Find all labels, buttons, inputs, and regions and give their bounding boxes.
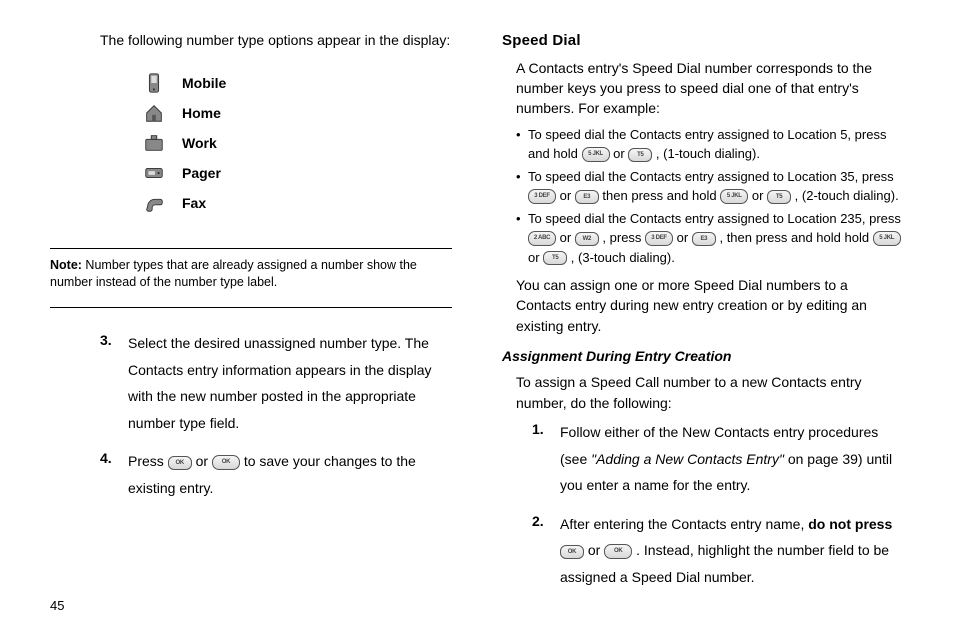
section-outro: You can assign one or more Speed Dial nu… [516,275,904,336]
home-icon [140,101,168,125]
section-intro: A Contacts entry's Speed Dial number cor… [516,58,904,119]
steps-list: 1. Follow either of the New Contacts ent… [532,419,904,591]
step-number: 4. [100,448,128,501]
section-heading: Speed Dial [502,30,904,52]
fax-icon [140,191,168,215]
pager-icon [140,161,168,185]
step-number: 2. [532,511,560,591]
type-label: Mobile [182,73,226,93]
step-number: 1. [532,419,560,499]
key-3-alt-icon: E3 [575,190,599,204]
key-5-alt-icon: T5 [767,190,791,204]
type-row: Mobile [140,71,452,95]
type-row: Home [140,101,452,125]
note-body: Number types that are already assigned a… [50,258,417,289]
left-column: The following number type options appear… [50,30,452,616]
note-divider [50,307,452,308]
bullet-marker: • [516,125,528,164]
emphasis: do not press [808,516,892,532]
ok-key-icon: OK [212,455,240,470]
step-number: 3. [100,330,128,436]
right-column: Speed Dial A Contacts entry's Speed Dial… [502,30,904,616]
key-3-icon: 3 DEF [645,231,673,246]
key-2-icon: 2 ABC [528,231,556,246]
bullet-item: • To speed dial the Contacts entry assig… [516,209,904,268]
key-3-icon: 3 DEF [528,189,556,204]
bullet-marker: • [516,167,528,206]
key-2-alt-icon: W2 [575,232,599,246]
ok-key-icon: OK [604,544,632,559]
note-text: Note: Number types that are already assi… [50,257,452,291]
steps-list: 3. Select the desired unassigned number … [100,330,452,514]
type-label: Fax [182,193,206,213]
ok-key-icon: OK [168,456,192,470]
bullet-list: • To speed dial the Contacts entry assig… [516,125,904,268]
bullet-marker: • [516,209,528,268]
key-5-alt-icon: T5 [543,251,567,265]
step-body: Select the desired unassigned number typ… [128,330,452,436]
mobile-icon [140,71,168,95]
type-label: Home [182,103,221,123]
step-item: 1. Follow either of the New Contacts ent… [532,419,904,499]
note-label: Note: [50,258,82,272]
manual-page: The following number type options appear… [0,0,954,636]
type-row: Pager [140,161,452,185]
type-label: Work [182,133,217,153]
step-body: Press OK or OK to save your changes to t… [128,448,452,501]
key-5-icon: 5 JKL [873,231,901,246]
work-icon [140,131,168,155]
step-item: 3. Select the desired unassigned number … [100,330,452,436]
key-3-alt-icon: E3 [692,232,716,246]
subsection-heading: Assignment During Entry Creation [502,346,904,366]
key-5-icon: 5 JKL [582,147,610,162]
note-divider [50,248,452,249]
step-item: 4. Press OK or OK to save your changes t… [100,448,452,501]
bullet-item: • To speed dial the Contacts entry assig… [516,167,904,206]
type-row: Work [140,131,452,155]
bullet-item: • To speed dial the Contacts entry assig… [516,125,904,164]
intro-text: The following number type options appear… [100,30,452,50]
subsection-intro: To assign a Speed Call number to a new C… [516,372,904,413]
number-type-list: Mobile Home Work Pager Fax [140,65,452,221]
type-label: Pager [182,163,221,183]
ok-key-icon: OK [560,545,584,559]
key-5-icon: 5 JKL [720,189,748,204]
step-item: 2. After entering the Contacts entry nam… [532,511,904,591]
step-body: After entering the Contacts entry name, … [560,511,904,591]
step-body: Follow either of the New Contacts entry … [560,419,904,499]
cross-reference: "Adding a New Contacts Entry" [591,451,784,467]
key-5-alt-icon: T5 [628,148,652,162]
type-row: Fax [140,191,452,215]
page-number: 45 [50,597,452,616]
